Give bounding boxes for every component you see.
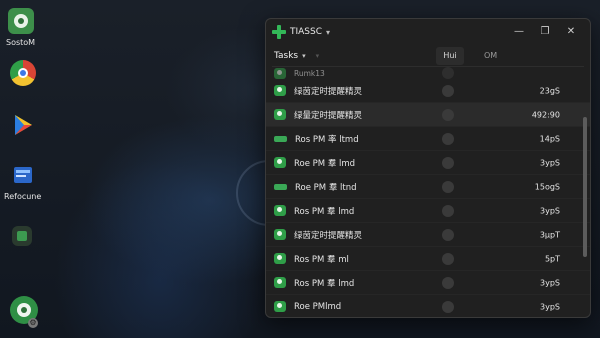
task-value: 23gS [539,86,560,95]
task-icon [274,157,286,168]
window-title: TIASSC [290,27,323,37]
task-value: 5pT [544,254,560,263]
status-dot-icon [442,84,454,97]
tasks-dropdown-button[interactable]: Tasks ▾ [274,51,306,61]
task-value: 14pS [539,134,560,143]
list-item[interactable]: Ros PM 率 ltmd 14pS [266,127,590,151]
task-manager-window: TIASSC ▾ — ❐ ✕ Tasks ▾ ▾ Hui OM Rumk13 绿… [265,18,591,318]
minimize-button[interactable]: — [506,23,532,41]
recycle-bin-icon[interactable] [10,162,36,188]
app-tile-icon[interactable] [12,226,32,246]
vertical-scrollbar[interactable] [583,117,587,257]
task-name: Ros PM 羣 ml [294,254,349,265]
task-name: 绿茵定时提醒精灵 [294,230,363,241]
task-value: 492:90 [531,110,560,119]
green-plus-app-icon [272,25,286,39]
task-value: 3ypS [540,278,560,287]
task-value: 3ypS [540,158,560,167]
status-dot-icon [442,156,454,169]
task-name: Roe PM 羣 lmd [294,158,356,169]
tasks-label: Tasks [274,51,299,61]
task-name: 绿茵定时提醒精灵 [294,86,363,97]
status-dot-icon [442,276,454,289]
task-name: Ros PM 率 ltmd [295,134,359,145]
task-icon [274,85,286,96]
task-name: Roe PMlmd [294,301,342,312]
window-controls: — ❐ ✕ [506,23,584,41]
task-value: 3ypS [540,302,560,311]
list-item[interactable]: Roe PM 羣 lmd 3ypS [266,151,590,175]
task-list: Rumk13 绿茵定时提醒精灵 23gS 绿量定时提醒精灵 492:90 Ros… [266,67,590,317]
status-dot-icon [442,204,454,217]
list-item[interactable]: Ros PM 羣 lmd 3ypS [266,199,590,223]
close-button[interactable]: ✕ [558,23,584,41]
list-item[interactable]: 绿茵定时提醒精灵 23gS [266,79,590,103]
list-item[interactable]: Ros PM 羣 ml 5pT [266,247,590,271]
task-name: Ros PM 羣 lmd [294,206,355,217]
task-icon [274,229,286,240]
task-icon [274,67,286,79]
list-item[interactable]: Roe PMlmd 3ypS [266,295,590,317]
status-dot-icon [442,180,454,193]
chevron-down-icon[interactable]: ▾ [316,52,320,60]
sosto-app-icon[interactable] [8,8,34,34]
task-icon [274,183,287,190]
status-dot-icon [442,108,454,121]
task-name: Roe PM 羣 ltnd [295,182,357,193]
list-item[interactable]: 绿量定时提醒精灵 492:90 [266,103,590,127]
title-bar[interactable]: TIASSC ▾ — ❐ ✕ [266,19,590,45]
task-icon [274,109,286,120]
task-value: 3μpT [539,230,560,239]
task-value: 15ogS [534,182,560,191]
column-header-om[interactable]: OM [484,45,497,67]
task-icon [274,205,286,216]
task-icon [274,135,287,142]
column-header-hui[interactable]: Hui [436,47,464,65]
recycle-bin-label: Refocune [4,192,42,201]
chrome-icon[interactable] [10,60,36,86]
status-dot-icon [442,132,454,145]
status-dot-icon [442,67,454,79]
task-name: Rumk13 [294,68,325,78]
list-item[interactable]: Ros PM 羣 lmd 3ypS [266,271,590,295]
status-dot-icon [442,228,454,241]
task-icon [274,301,286,312]
task-name: 绿量定时提醒精灵 [294,110,363,121]
chevron-down-icon: ▾ [302,52,306,60]
task-value: 3ypS [540,206,560,215]
task-icon [274,253,286,264]
task-name: Ros PM 羣 lmd [294,278,355,289]
sosto-app-label: SostoM [6,38,36,47]
list-item[interactable]: 绿茵定时提醒精灵 3μpT [266,223,590,247]
status-dot-icon [442,300,454,313]
status-dot-icon [442,252,454,265]
gear-icon: ⚙ [28,318,38,328]
list-item[interactable]: Rumk13 [266,67,590,79]
chevron-down-icon[interactable]: ▾ [326,28,330,37]
list-item[interactable]: Roe PM 羣 ltnd 15ogS [266,175,590,199]
toolbar: Tasks ▾ ▾ Hui OM [266,45,590,67]
task-icon [274,277,286,288]
play-store-icon[interactable] [10,112,36,138]
maximize-button[interactable]: ❐ [532,23,558,41]
